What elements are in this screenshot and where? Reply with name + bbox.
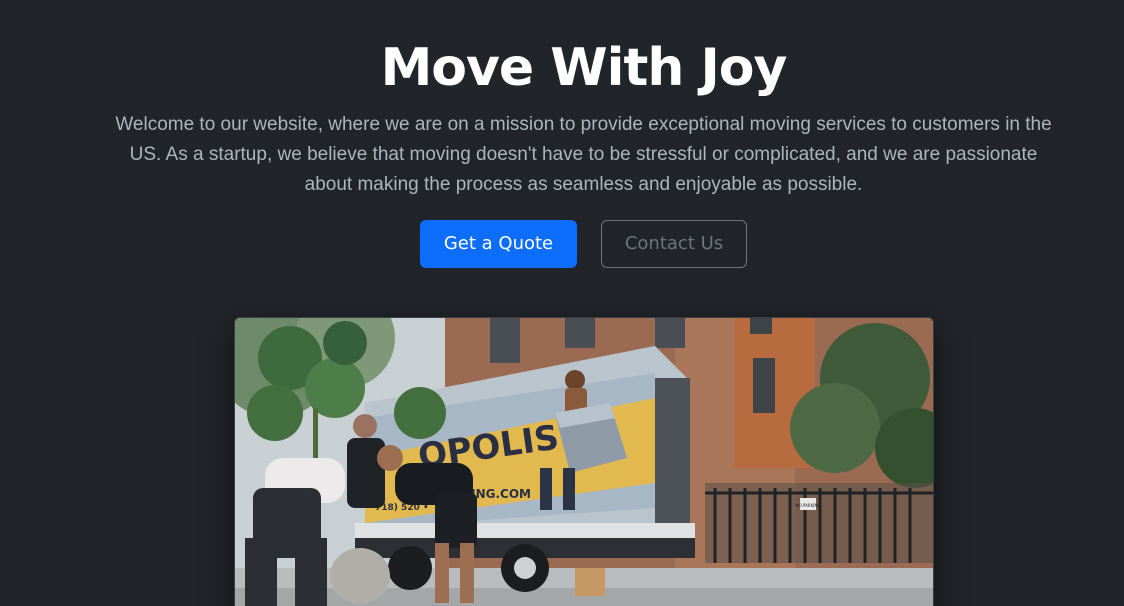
hero-section: Move With Joy Welcome to our website, wh… [0, 0, 1124, 606]
no-parking-sign: NO PARKING [796, 503, 821, 508]
hero-lead-text: Welcome to our website, where we are on … [115, 114, 1052, 195]
contact-us-button[interactable]: Contact Us [601, 220, 747, 268]
hero-title: Move With Joy [380, 38, 788, 98]
hero-image: NO PARKING OPOLIS MOVING.COM 718) 520 • [234, 317, 934, 606]
get-a-quote-button[interactable]: Get a Quote [420, 220, 577, 268]
